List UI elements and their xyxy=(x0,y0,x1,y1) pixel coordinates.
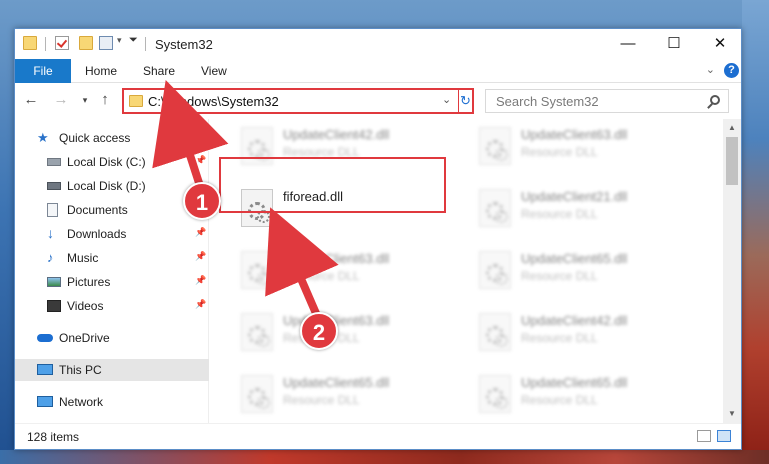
scroll-down-icon[interactable]: ▼ xyxy=(726,409,738,418)
file-item[interactable]: UpdateClient63.dll Resource DLL xyxy=(237,309,447,357)
star-icon: ★ xyxy=(37,130,49,145)
documents-icon xyxy=(47,203,58,217)
sidebar-item-quick-access[interactable]: ★ Quick access xyxy=(15,127,209,149)
tab-share[interactable]: Share xyxy=(131,59,187,83)
desktop-background xyxy=(742,0,769,464)
dll-file-icon xyxy=(241,375,273,413)
drive-icon xyxy=(47,158,61,166)
minimize-button[interactable]: — xyxy=(605,29,651,59)
file-explorer-window: ▾ ⏷ System32 — ☐ ✕ File Home Share View … xyxy=(14,28,742,450)
navigation-pane: ★ Quick access Local Disk (C:) 📌 Local D… xyxy=(15,119,209,423)
scrollbar-thumb[interactable] xyxy=(726,137,738,185)
navigation-bar: ← → ▾ ↑ C:\Windows\System32 ⌄ ↻ Search S… xyxy=(15,83,741,119)
pin-icon[interactable]: 📌 xyxy=(195,275,206,286)
file-item[interactable]: UpdateClient65.dll Resource DLL xyxy=(475,371,685,419)
address-path[interactable]: C:\Windows\System32 xyxy=(148,94,279,109)
dll-file-icon xyxy=(479,251,511,289)
forward-arrow-icon[interactable]: → xyxy=(51,91,71,108)
sidebar-item-network[interactable]: Network xyxy=(15,391,209,413)
sidebar-item-downloads[interactable]: ↓ Downloads 📌 xyxy=(15,223,209,245)
pin-icon[interactable]: 📌 xyxy=(195,251,206,262)
dll-file-icon xyxy=(479,375,511,413)
annotation-step-1: 1 xyxy=(183,182,221,220)
annotation-step-2: 2 xyxy=(300,312,338,350)
file-item[interactable]: UpdateClient65.dll Resource DLL xyxy=(237,371,447,419)
sidebar-item-music[interactable]: ♪ Music 📌 xyxy=(15,247,209,269)
pin-icon[interactable]: 📌 xyxy=(195,227,206,238)
tab-file[interactable]: File xyxy=(15,59,71,83)
tab-view[interactable]: View xyxy=(189,59,239,83)
dll-file-icon xyxy=(479,313,511,351)
refresh-icon[interactable]: ↻ xyxy=(458,90,472,112)
expand-ribbon-icon[interactable]: ⌄ xyxy=(706,63,715,76)
folder-icon xyxy=(23,36,37,50)
sidebar-item-pictures[interactable]: Pictures 📌 xyxy=(15,271,209,293)
recent-locations-icon[interactable]: ▾ xyxy=(75,95,95,106)
file-item[interactable]: UpdateClient21.dll Resource DLL xyxy=(475,185,685,233)
customize-toolbar-icon[interactable]: ⏷ xyxy=(129,34,138,47)
videos-icon xyxy=(47,300,61,312)
music-icon: ♪ xyxy=(47,250,54,265)
dll-file-icon xyxy=(479,127,511,165)
file-item[interactable]: UpdateClient65.dll Resource DLL xyxy=(475,247,685,295)
chevron-down-icon[interactable]: ⌄ xyxy=(442,93,451,106)
item-count: 128 items xyxy=(27,430,80,444)
new-folder-icon[interactable] xyxy=(79,36,93,50)
ribbon-tabs: File Home Share View ⌄ ? xyxy=(15,59,741,83)
sidebar-item-documents[interactable]: Documents xyxy=(15,199,209,221)
drive-icon xyxy=(47,182,61,190)
help-icon[interactable]: ? xyxy=(724,63,739,78)
separator xyxy=(145,37,146,51)
window-title: System32 xyxy=(155,37,213,52)
pin-icon[interactable]: 📌 xyxy=(195,299,206,310)
sidebar-item-onedrive[interactable]: OneDrive xyxy=(15,327,209,349)
sidebar-item-videos[interactable]: Videos 📌 xyxy=(15,295,209,317)
dll-file-icon xyxy=(479,189,511,227)
separator xyxy=(45,37,46,51)
search-placeholder: Search System32 xyxy=(496,94,599,109)
network-icon xyxy=(37,396,53,407)
scroll-up-icon[interactable]: ▲ xyxy=(726,123,738,132)
back-arrow-icon[interactable]: ← xyxy=(21,91,41,108)
search-icon[interactable] xyxy=(710,95,720,105)
search-input[interactable]: Search System32 xyxy=(485,89,729,113)
dll-file-icon xyxy=(241,251,273,289)
address-bar[interactable]: C:\Windows\System32 ⌄ ↻ xyxy=(122,88,474,114)
file-item[interactable]: UpdateClient63.dll Resource DLL xyxy=(475,123,685,171)
chevron-down-icon[interactable]: ▾ xyxy=(117,35,122,46)
title-bar: ▾ ⏷ System32 — ☐ ✕ xyxy=(15,29,741,59)
tab-home[interactable]: Home xyxy=(73,59,129,83)
sidebar-item-this-pc[interactable]: This PC xyxy=(15,359,209,381)
sidebar-item-local-disk-d[interactable]: Local Disk (D:) xyxy=(15,175,209,197)
dll-file-icon xyxy=(241,313,273,351)
maximize-button[interactable]: ☐ xyxy=(651,29,697,59)
details-view-icon[interactable] xyxy=(697,430,711,442)
file-highlight-box xyxy=(219,157,446,213)
cloud-icon xyxy=(37,334,53,342)
quick-access-customize-icon[interactable] xyxy=(99,36,113,50)
status-bar: 128 items xyxy=(15,423,741,449)
pin-icon[interactable]: 📌 xyxy=(195,155,206,166)
properties-check-icon[interactable] xyxy=(55,36,69,50)
large-icons-view-icon[interactable] xyxy=(717,430,731,442)
desktop-background-bottom xyxy=(0,450,769,464)
pictures-icon xyxy=(47,277,61,287)
folder-icon xyxy=(129,95,143,107)
vertical-scrollbar[interactable]: ▲ ▼ xyxy=(723,119,741,423)
up-arrow-icon[interactable]: ↑ xyxy=(95,91,115,108)
computer-icon xyxy=(37,364,53,375)
close-button[interactable]: ✕ xyxy=(697,29,741,59)
file-item[interactable]: UpdateClient63.dll Resource DLL xyxy=(237,247,447,295)
download-icon: ↓ xyxy=(47,225,54,241)
sidebar-item-local-disk-c[interactable]: Local Disk (C:) 📌 xyxy=(15,151,209,173)
file-item[interactable]: UpdateClient42.dll Resource DLL xyxy=(475,309,685,357)
